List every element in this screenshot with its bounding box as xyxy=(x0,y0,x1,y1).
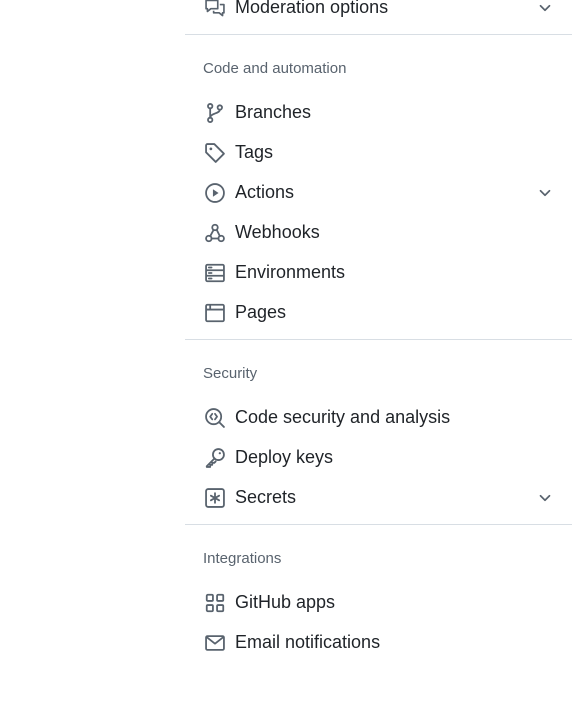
sidebar-item-moderation-options[interactable]: Moderation options xyxy=(185,0,572,24)
sidebar-item-label: Branches xyxy=(235,102,312,122)
codescan-icon xyxy=(204,407,226,429)
sidebar-item-label: Pages xyxy=(235,302,287,322)
settings-sidebar: Moderation options Code and automation B… xyxy=(185,0,572,718)
sidebar-item-label: Actions xyxy=(235,182,295,202)
section-title-security: Security xyxy=(203,365,258,382)
sidebar-item-label: Email notifications xyxy=(235,632,381,652)
key-asterisk-icon xyxy=(204,487,226,509)
sidebar-item-label: Deploy keys xyxy=(235,447,334,467)
sidebar-item-label: Webhooks xyxy=(235,222,320,242)
sidebar-item-code-security[interactable]: Code security and analysis xyxy=(185,398,572,434)
sidebar-item-label: Environments xyxy=(235,262,346,282)
sidebar-item-label: Secrets xyxy=(235,487,297,507)
sidebar-item-label: Code security and analysis xyxy=(235,407,451,427)
key-icon xyxy=(204,447,226,469)
sidebar-item-branches[interactable]: Branches xyxy=(185,93,572,129)
webhook-icon xyxy=(204,222,226,244)
chevron-down-icon[interactable] xyxy=(536,184,554,202)
sidebar-item-label: Moderation options xyxy=(235,0,389,17)
sidebar-item-deploy-keys[interactable]: Deploy keys xyxy=(185,438,572,474)
sidebar-item-label: GitHub apps xyxy=(235,592,336,612)
sidebar-item-pages[interactable]: Pages xyxy=(185,293,572,329)
apps-icon xyxy=(204,592,226,614)
sidebar-item-tags[interactable]: Tags xyxy=(185,133,572,169)
section-divider xyxy=(185,339,572,340)
sidebar-item-webhooks[interactable]: Webhooks xyxy=(185,213,572,249)
sidebar-item-github-apps[interactable]: GitHub apps xyxy=(185,583,572,619)
sidebar-item-email-notifications[interactable]: Email notifications xyxy=(185,623,572,659)
section-divider xyxy=(185,524,572,525)
tag-icon xyxy=(204,142,226,164)
sidebar-item-label: Tags xyxy=(235,142,274,162)
sidebar-item-actions[interactable]: Actions xyxy=(185,173,572,209)
git-branch-icon xyxy=(204,102,226,124)
sidebar-item-environments[interactable]: Environments xyxy=(185,253,572,289)
chevron-down-icon[interactable] xyxy=(536,489,554,507)
sidebar-item-secrets[interactable]: Secrets xyxy=(185,478,572,514)
section-divider xyxy=(185,34,572,35)
comment-discussion-icon xyxy=(204,0,226,19)
server-icon xyxy=(204,262,226,284)
play-icon xyxy=(204,182,226,204)
section-title-integrations: Integrations xyxy=(203,550,282,567)
chevron-down-icon[interactable] xyxy=(536,0,554,17)
browser-icon xyxy=(204,302,226,324)
section-title-code-and-automation: Code and automation xyxy=(203,60,347,77)
mail-icon xyxy=(204,632,226,654)
